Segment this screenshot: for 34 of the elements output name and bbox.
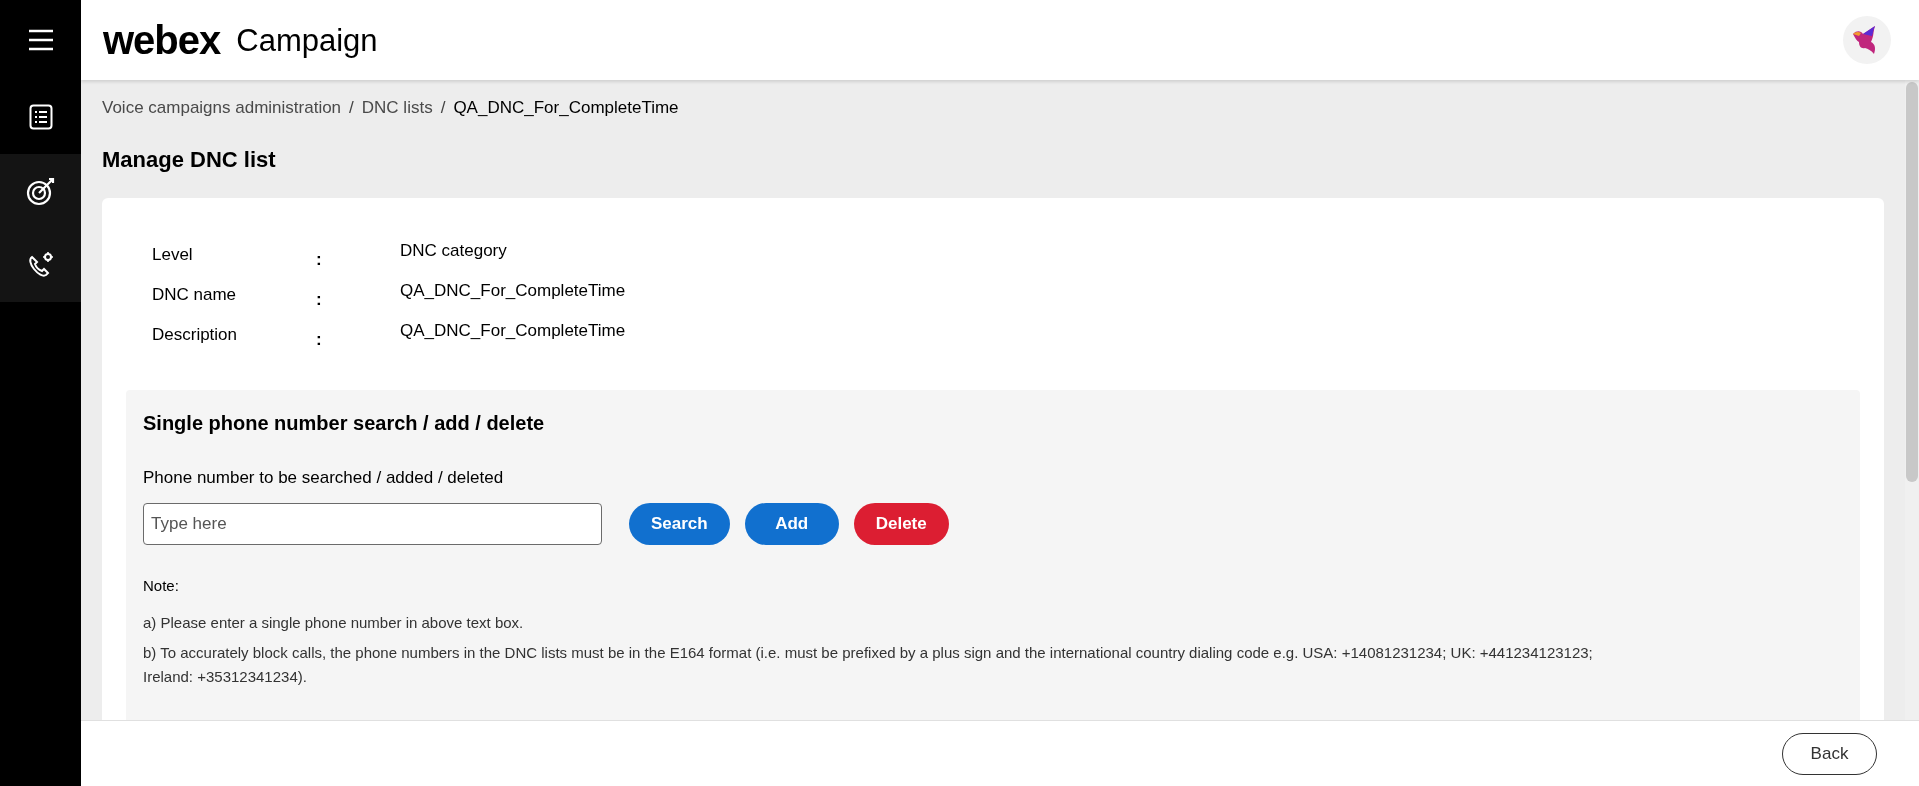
panel-heading: Single phone number search / add / delete (143, 411, 546, 436)
back-button[interactable]: Back (1782, 732, 1877, 775)
menu-icon (27, 29, 54, 51)
detail-colon: : (316, 329, 323, 344)
detail-label: Level (152, 244, 194, 264)
detail-value: QA_DNC_For_CompleteTime (400, 280, 626, 302)
sidebar-item[interactable] (0, 228, 81, 302)
action-button[interactable]: Search (629, 502, 730, 545)
phone-input-field[interactable]: Type here (143, 502, 602, 545)
breadcrumb-separator: / (440, 97, 446, 120)
breadcrumb-link[interactable]: Voice campaigns administration (102, 95, 342, 121)
detail-label: Description (152, 324, 239, 344)
brand-logo: webex (103, 20, 221, 60)
phone-gear-icon (26, 251, 55, 279)
breadcrumb-current: QA_DNC_For_CompleteTime (453, 97, 679, 120)
page-title: Manage DNC list (102, 146, 277, 174)
delete-button[interactable]: Delete (853, 502, 949, 545)
product-name: Campaign (236, 24, 378, 56)
detail-value: DNC category (400, 240, 507, 262)
field-label: Phone number to be searched / added / deleted (143, 467, 505, 489)
detail-colon: : (316, 249, 323, 264)
avatar-icon[interactable] (1843, 16, 1891, 64)
target-icon (25, 176, 56, 206)
detail-value: QA_DNC_For_CompleteTime (400, 320, 626, 342)
note-text: b) To accurately block calls, the phone numbers in the DNC lists must be in the E164 format (i.e. must be prefixed by a plus sign and the international country dialing code e.g. USA: +14081231234; UK: +441234123123; Ireland: +35312341234). (143, 643, 1594, 687)
list-icon (28, 104, 53, 130)
breadcrumb-link[interactable]: DNC lists (361, 95, 433, 121)
action-button[interactable]: Add (744, 502, 839, 545)
breadcrumb-separator: / (349, 97, 354, 120)
sidebar-item[interactable] (0, 154, 81, 228)
detail-label: DNC name (152, 284, 238, 304)
note-title: Note: (143, 575, 180, 596)
note-text: a) Please enter a single phone number in above text box. (143, 613, 525, 633)
detail-colon: : (316, 289, 323, 304)
